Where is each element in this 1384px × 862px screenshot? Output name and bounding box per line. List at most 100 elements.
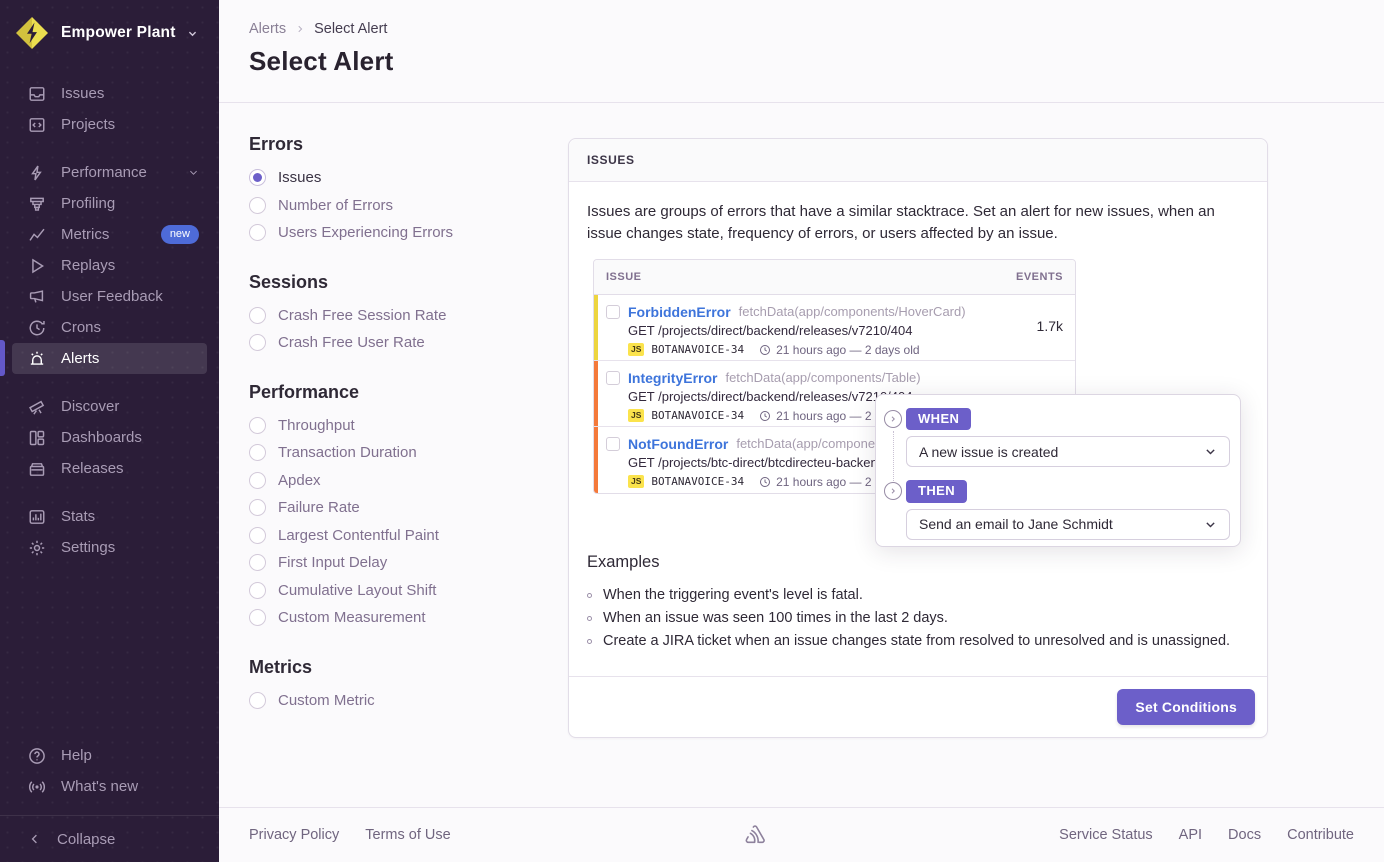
- issue-transaction: fetchData(app/components/HoverCard): [739, 304, 966, 319]
- examples-section: Examples When the triggering event's lev…: [587, 553, 1249, 653]
- issues-icon: [28, 85, 46, 103]
- radio-button[interactable]: [249, 554, 266, 571]
- radio-button[interactable]: [249, 499, 266, 516]
- issue-checkbox[interactable]: [606, 371, 620, 385]
- sidebar-item-label: Metrics: [61, 226, 109, 243]
- radio-option-issues[interactable]: Issues: [249, 164, 568, 192]
- radio-button[interactable]: [249, 417, 266, 434]
- sidebar-item-discover[interactable]: Discover: [12, 391, 207, 422]
- radio-button[interactable]: [249, 224, 266, 241]
- breadcrumb-alerts-link[interactable]: Alerts: [249, 21, 286, 37]
- sidebar-item-projects[interactable]: Projects: [12, 109, 207, 140]
- when-condition-value: A new issue is created: [919, 444, 1058, 460]
- sidebar-item-releases[interactable]: Releases: [12, 453, 207, 484]
- radio-option-users-experiencing-errors[interactable]: Users Experiencing Errors: [249, 219, 568, 247]
- help-icon: [28, 747, 46, 765]
- set-conditions-button[interactable]: Set Conditions: [1117, 689, 1255, 725]
- sidebar-item-metrics[interactable]: Metricsnew: [12, 219, 207, 250]
- sidebar-item-user-feedback[interactable]: User Feedback: [12, 281, 207, 312]
- alert-flow-popup: WHEN A new issue is created THEN Send an…: [875, 394, 1241, 547]
- page-header: Alerts Select Alert Select Alert: [219, 0, 1384, 103]
- then-badge: THEN: [906, 480, 967, 502]
- footer-link-api[interactable]: API: [1179, 827, 1202, 843]
- issue-name-link[interactable]: NotFoundError: [628, 436, 728, 452]
- footer-link-terms-of-use[interactable]: Terms of Use: [365, 827, 450, 843]
- sidebar-item-label: Dashboards: [61, 429, 142, 446]
- radio-option-cumulative-layout-shift[interactable]: Cumulative Layout Shift: [249, 577, 568, 605]
- radio-button[interactable]: [249, 169, 266, 186]
- radio-option-throughput[interactable]: Throughput: [249, 412, 568, 440]
- radio-button[interactable]: [249, 527, 266, 544]
- org-switcher[interactable]: Empower Plant: [0, 0, 219, 61]
- nav-section: IssuesProjects: [12, 78, 207, 140]
- issue-checkbox[interactable]: [606, 305, 620, 319]
- panel-footer: Set Conditions: [569, 676, 1267, 737]
- when-condition-select[interactable]: A new issue is created: [906, 436, 1230, 467]
- radio-label: Custom Measurement: [278, 609, 426, 626]
- example-item: Create a JIRA ticket when an issue chang…: [587, 630, 1249, 653]
- radio-button[interactable]: [249, 307, 266, 324]
- issue-path: GET /projects/direct/backend/releases/v7…: [628, 323, 1063, 338]
- circled-chevron-right-icon: [884, 482, 902, 500]
- radio-button[interactable]: [249, 609, 266, 626]
- sidebar-collapse-button[interactable]: Collapse: [0, 816, 219, 862]
- nav-section: PerformanceProfilingMetricsnew Replays Use…: [12, 157, 207, 374]
- chevron-down-icon: [188, 167, 199, 178]
- issue-short-id: BOTANAVOICE-34: [651, 475, 744, 488]
- issue-name-link[interactable]: IntegrityError: [628, 370, 717, 386]
- sidebar-item-profiling[interactable]: Profiling: [12, 188, 207, 219]
- replays-icon: [28, 257, 46, 275]
- sidebar-item-replays[interactable]: Replays: [12, 250, 207, 281]
- issue-name-link[interactable]: ForbiddenError: [628, 304, 731, 320]
- radio-label: Custom Metric: [278, 692, 375, 709]
- sidebar-item-help[interactable]: Help: [12, 740, 207, 771]
- radio-label: Issues: [278, 169, 321, 186]
- radio-option-largest-contentful-paint[interactable]: Largest Contentful Paint: [249, 522, 568, 550]
- bullet-icon: [587, 593, 592, 598]
- issue-age: 21 hours ago — 2 days old: [759, 343, 919, 357]
- nav-section: StatsSettings: [12, 501, 207, 563]
- radio-option-custom-metric[interactable]: Custom Metric: [249, 687, 568, 715]
- footer-link-service-status[interactable]: Service Status: [1059, 827, 1153, 843]
- sidebar-item-crons[interactable]: Crons: [12, 312, 207, 343]
- then-action-select[interactable]: Send an email to Jane Schmidt: [906, 509, 1230, 540]
- sidebar-footer-nav: HelpWhat's new: [12, 740, 207, 802]
- radio-option-apdex[interactable]: Apdex: [249, 467, 568, 495]
- footer-link-contribute[interactable]: Contribute: [1287, 827, 1354, 843]
- issue-checkbox[interactable]: [606, 437, 620, 451]
- crons-icon: [28, 319, 46, 337]
- issue-row[interactable]: ForbiddenError fetchData(app/components/H…: [594, 295, 1075, 361]
- radio-button[interactable]: [249, 472, 266, 489]
- sidebar-item-performance[interactable]: Performance: [12, 157, 207, 188]
- sidebar-nav: IssuesProjectsPerformanceProfilingMetric…: [12, 78, 207, 563]
- footer-link-docs[interactable]: Docs: [1228, 827, 1261, 843]
- sidebar-item-stats[interactable]: Stats: [12, 501, 207, 532]
- column-issue: ISSUE: [606, 271, 642, 283]
- radio-option-crash-free-user-rate[interactable]: Crash Free User Rate: [249, 329, 568, 357]
- sidebar-item-dashboards[interactable]: Dashboards: [12, 422, 207, 453]
- radio-button[interactable]: [249, 444, 266, 461]
- radio-option-custom-measurement[interactable]: Custom Measurement: [249, 604, 568, 632]
- radio-option-first-input-delay[interactable]: First Input Delay: [249, 549, 568, 577]
- sidebar-item-what-s-new[interactable]: What's new: [12, 771, 207, 802]
- projects-icon: [28, 116, 46, 134]
- sidebar: Empower Plant IssuesProjectsPerformanceP…: [0, 0, 219, 862]
- example-item: When an issue was seen 100 times in the …: [587, 607, 1249, 630]
- radio-option-crash-free-session-rate[interactable]: Crash Free Session Rate: [249, 302, 568, 330]
- breadcrumb: Alerts Select Alert: [249, 21, 1354, 37]
- sidebar-item-settings[interactable]: Settings: [12, 532, 207, 563]
- footer-link-privacy-policy[interactable]: Privacy Policy: [249, 827, 339, 843]
- sidebar-item-issues[interactable]: Issues: [12, 78, 207, 109]
- sidebar-item-alerts[interactable]: Alerts: [12, 343, 207, 374]
- platform-js-badge: JS: [628, 409, 644, 422]
- radio-button[interactable]: [249, 197, 266, 214]
- radio-option-failure-rate[interactable]: Failure Rate: [249, 494, 568, 522]
- radio-button[interactable]: [249, 334, 266, 351]
- radio-button[interactable]: [249, 582, 266, 599]
- example-item: When the triggering event's level is fat…: [587, 584, 1249, 607]
- radio-option-number-of-errors[interactable]: Number of Errors: [249, 192, 568, 220]
- chevron-down-icon: [1204, 445, 1217, 458]
- radio-button[interactable]: [249, 692, 266, 709]
- radio-option-transaction-duration[interactable]: Transaction Duration: [249, 439, 568, 467]
- sidebar-item-label: Replays: [61, 257, 115, 274]
